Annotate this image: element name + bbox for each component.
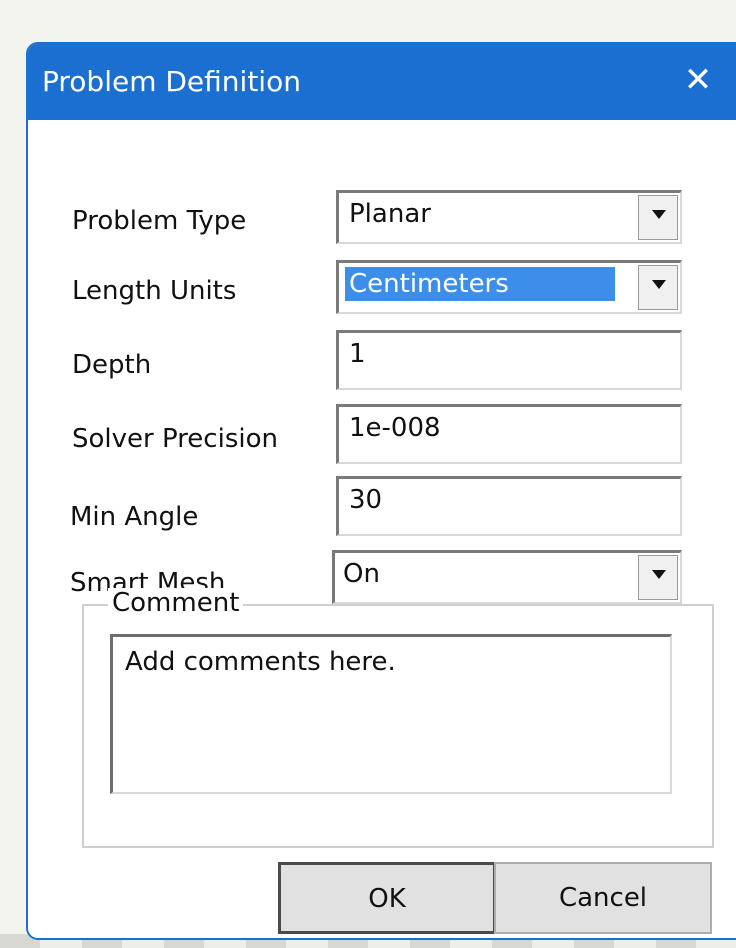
min-angle-label: Min Angle — [70, 502, 199, 532]
dialog-title: Problem Definition — [42, 65, 301, 98]
title-bar[interactable]: Problem Definition ✕ — [28, 44, 736, 120]
comment-groupbox: Comment Add comments here. — [82, 588, 714, 848]
depth-label: Depth — [72, 350, 152, 380]
depth-input[interactable]: 1 — [336, 330, 682, 390]
problem-definition-dialog: Problem Definition ✕ Problem Type Planar… — [26, 42, 736, 940]
solver-precision-value: 1e-008 — [349, 413, 441, 443]
ok-button[interactable]: OK — [278, 862, 496, 934]
problem-type-value: Planar — [349, 199, 431, 229]
comment-legend: Comment — [108, 588, 244, 618]
comment-text: Add comments here. — [125, 647, 396, 677]
solver-precision-label: Solver Precision — [72, 424, 278, 454]
close-icon[interactable]: ✕ — [678, 60, 718, 100]
smart-mesh-value: On — [343, 559, 380, 589]
chevron-down-icon[interactable] — [638, 555, 678, 600]
min-angle-value: 30 — [349, 485, 383, 515]
comment-textarea[interactable]: Add comments here. — [110, 634, 672, 794]
length-units-select[interactable]: Centimeters — [336, 260, 682, 314]
length-units-value: Centimeters — [345, 267, 615, 301]
dialog-body: Problem Type Planar Length Units Centime… — [28, 120, 736, 938]
length-units-label: Length Units — [72, 276, 237, 306]
cancel-button[interactable]: Cancel — [494, 862, 712, 934]
depth-value: 1 — [349, 339, 366, 369]
chevron-down-icon[interactable] — [638, 195, 678, 240]
problem-type-label: Problem Type — [72, 206, 247, 236]
solver-precision-input[interactable]: 1e-008 — [336, 404, 682, 464]
problem-type-select[interactable]: Planar — [336, 190, 682, 244]
chevron-down-icon[interactable] — [638, 265, 678, 310]
smart-mesh-select[interactable]: On — [332, 550, 682, 604]
min-angle-input[interactable]: 30 — [336, 476, 682, 536]
